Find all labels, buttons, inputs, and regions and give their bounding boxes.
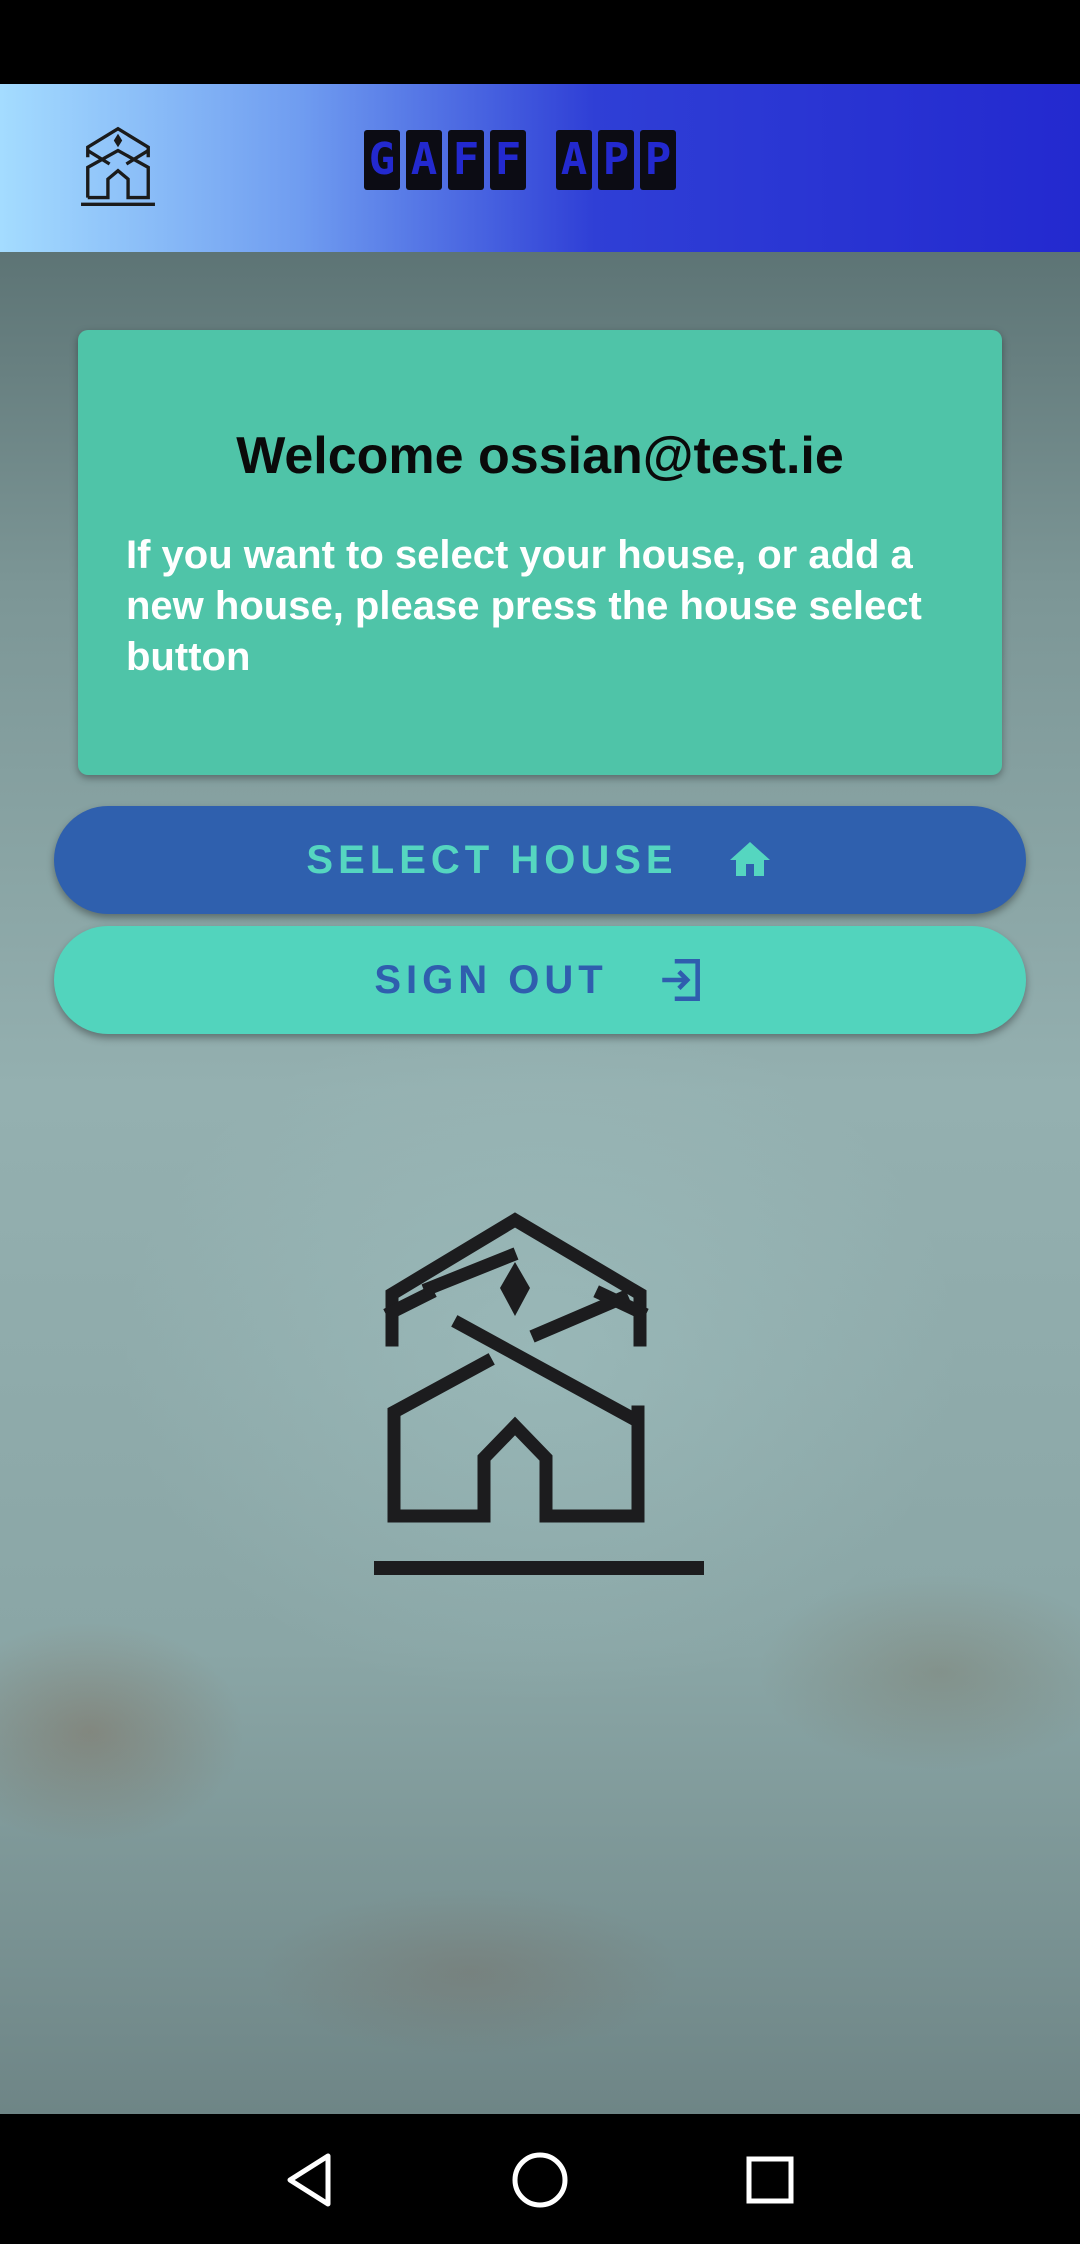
- welcome-title: Welcome ossian@test.ie: [236, 427, 844, 485]
- recents-square-icon[interactable]: [738, 2148, 802, 2212]
- sign-out-button[interactable]: SIGN OUT: [54, 926, 1026, 1034]
- app-screen: G A F F A P P Welcome ossian@test.ie If …: [0, 0, 1080, 2244]
- title-letter: F: [490, 130, 526, 190]
- title-letter: F: [448, 130, 484, 190]
- title-letter: G: [364, 130, 400, 190]
- app-title: G A F F A P P: [364, 130, 676, 196]
- welcome-message: If you want to select your house, or add…: [126, 533, 922, 679]
- back-triangle-icon[interactable]: [278, 2148, 342, 2212]
- house-logo-icon[interactable]: [76, 122, 160, 206]
- sign-out-icon: [661, 958, 700, 1002]
- title-space: [532, 130, 550, 196]
- content-area: Welcome ossian@test.ie If you want to se…: [0, 252, 1080, 2114]
- system-navigation-bar: [0, 2114, 1080, 2244]
- home-circle-icon[interactable]: [508, 2148, 572, 2212]
- select-house-button[interactable]: SELECT HOUSE: [54, 806, 1026, 914]
- sign-out-label: SIGN OUT: [374, 957, 608, 1002]
- title-letter: P: [640, 130, 676, 190]
- title-letter: A: [556, 130, 592, 190]
- status-bar: [0, 0, 1080, 84]
- title-letter: A: [406, 130, 442, 190]
- title-letter: P: [598, 130, 634, 190]
- select-house-label: SELECT HOUSE: [306, 837, 678, 882]
- house-logo-icon: [374, 1212, 704, 1575]
- home-icon: [729, 842, 770, 876]
- welcome-card: Welcome ossian@test.ie If you want to se…: [78, 330, 1002, 775]
- app-bar: G A F F A P P: [0, 84, 1080, 252]
